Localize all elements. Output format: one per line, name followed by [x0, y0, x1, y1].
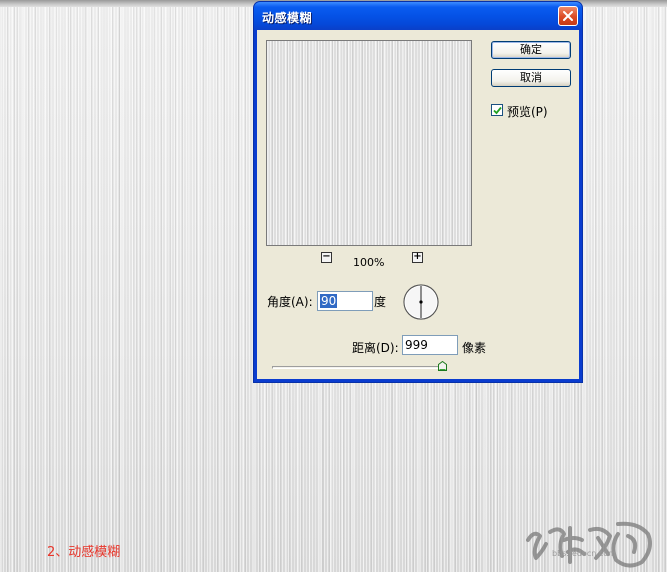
- zoom-out-button[interactable]: −: [321, 252, 332, 263]
- dialog-body: − 100% + 确定 取消 预览(P) 角度(A): 90 度 距离(D): …: [257, 30, 579, 379]
- angle-input[interactable]: 90: [317, 291, 373, 311]
- motion-blur-dialog: 动感模糊 − 100% + 确定 取消 预览(P) 角度(A): 90 度 距离…: [253, 1, 583, 383]
- dialog-title: 动感模糊: [262, 11, 313, 25]
- watermark-site: bbs.redocn.com: [552, 549, 616, 558]
- preview-checkbox-label[interactable]: 预览(P): [507, 103, 548, 120]
- angle-unit: 度: [374, 295, 387, 309]
- slider-thumb-icon[interactable]: [438, 361, 447, 371]
- zoom-out-icon: −: [322, 251, 331, 262]
- close-button[interactable]: [558, 6, 578, 26]
- angle-dial-icon[interactable]: [402, 283, 440, 321]
- ok-button[interactable]: 确定: [491, 41, 571, 59]
- preview-checkbox[interactable]: [491, 104, 503, 116]
- step-caption: 2、动感模糊: [47, 545, 121, 560]
- redocn-logo-watermark: [526, 521, 652, 568]
- preview-image[interactable]: [266, 40, 472, 246]
- angle-value: 90: [320, 294, 338, 308]
- checkmark-icon: [493, 106, 502, 115]
- distance-slider-track[interactable]: [272, 366, 444, 369]
- distance-unit: 像素: [462, 341, 487, 355]
- close-icon: [563, 11, 573, 21]
- zoom-in-button[interactable]: +: [412, 252, 423, 263]
- dialog-titlebar[interactable]: 动感模糊: [254, 2, 582, 30]
- zoom-level: 100%: [353, 256, 385, 269]
- distance-input[interactable]: 999: [402, 335, 458, 355]
- cancel-button[interactable]: 取消: [491, 69, 571, 87]
- zoom-in-icon: +: [413, 251, 422, 262]
- angle-label: 角度(A):: [267, 295, 313, 309]
- distance-label: 距离(D):: [352, 341, 399, 355]
